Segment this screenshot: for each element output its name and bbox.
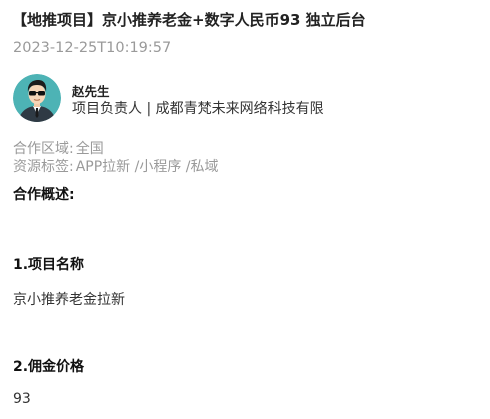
meta-tags: 资源标签: APP拉新 /小程序 /私域 (13, 156, 219, 176)
meta-region-label: 合作区域: (13, 141, 74, 157)
overview-heading: 合作概述: (13, 187, 75, 203)
post-timestamp: 2023-12-25T10:19:57 (13, 40, 172, 56)
post-title: 【地推项目】京小推养老金+数字人民币93 独立后台 (12, 11, 366, 29)
person-with-sunglasses-avatar-icon (13, 74, 61, 122)
section-text-project-name: 京小推养老金拉新 (13, 292, 125, 308)
avatar[interactable] (13, 74, 61, 122)
meta-tags-value: APP拉新 /小程序 /私域 (75, 159, 219, 175)
meta-tags-label: 资源标签: (13, 159, 74, 175)
meta-region-value: 全国 (75, 141, 104, 157)
section-heading-project-name: 1.项目名称 (13, 257, 85, 273)
author-role: 项目负责人 | 成都青梵未来网络科技有限 (72, 101, 324, 117)
meta-region: 合作区域: 全国 (13, 138, 104, 158)
section-heading-commission-price: 2.佣金价格 (13, 359, 85, 375)
section-text-commission-price: 93 (13, 391, 31, 407)
